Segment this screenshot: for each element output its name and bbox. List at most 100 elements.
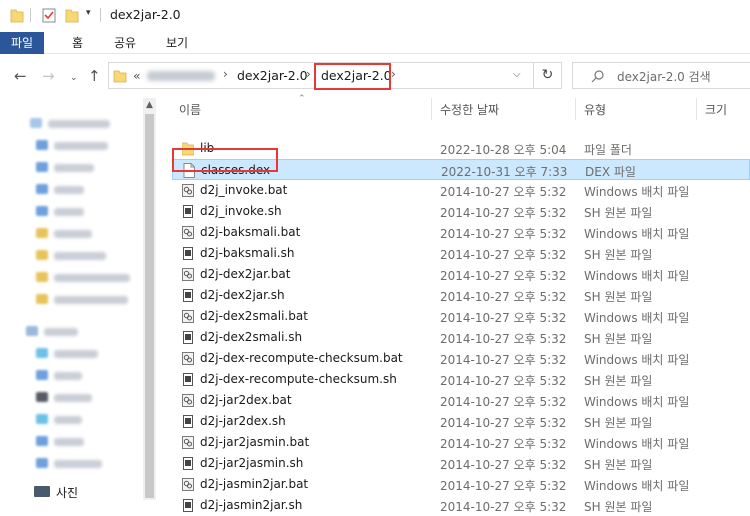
- window-title: dex2jar-2.0: [110, 7, 181, 22]
- file-row[interactable]: d2j-baksmali.bat 2014-10-27 오후 5:32 Window…: [172, 222, 750, 243]
- file-name: d2j-jar2jasmin.sh: [200, 456, 304, 470]
- divider: [30, 8, 31, 22]
- file-modified-date: 2014-10-27 오후 5:32: [440, 395, 567, 409]
- tab-home[interactable]: 홈: [72, 32, 83, 54]
- breadcrumb-overflow[interactable]: «: [133, 68, 141, 83]
- script-file-icon: [183, 415, 193, 428]
- file-type: Windows 배치 파일: [584, 311, 690, 325]
- nav-item-photos[interactable]: 사진: [56, 484, 78, 501]
- folder-icon: [113, 70, 127, 83]
- file-name: d2j-jasmin2jar.sh: [200, 498, 303, 512]
- file-name: d2j_invoke.bat: [200, 183, 288, 197]
- title-bar: ▾ dex2jar-2.0: [0, 0, 750, 32]
- file-name: d2j-jar2jasmin.bat: [200, 435, 310, 449]
- file-type: Windows 배치 파일: [584, 227, 690, 241]
- script-file-icon: [183, 373, 193, 386]
- file-type: 파일 폴더: [584, 143, 632, 157]
- file-name: d2j-dex2smali.bat: [200, 309, 308, 323]
- new-folder-icon[interactable]: [65, 7, 79, 23]
- file-row[interactable]: d2j_invoke.bat 2014-10-27 오후 5:32 Windows …: [172, 180, 750, 201]
- file-row[interactable]: d2j-dex2jar.bat 2014-10-27 오후 5:32 Windows…: [172, 264, 750, 285]
- batch-file-icon: [182, 184, 194, 197]
- file-row[interactable]: d2j-jar2jasmin.sh 2014-10-27 오후 5:32 SH 원본…: [172, 453, 750, 474]
- batch-file-icon: [182, 478, 194, 491]
- file-modified-date: 2014-10-27 오후 5:32: [440, 311, 567, 325]
- column-header-size[interactable]: 크기: [705, 101, 727, 118]
- search-input[interactable]: dex2jar-2.0 검색: [572, 62, 750, 89]
- refresh-icon[interactable]: ↻: [534, 62, 562, 89]
- quick-access-dropdown-icon[interactable]: ▾: [86, 8, 91, 18]
- file-modified-date: 2014-10-27 오후 5:32: [440, 227, 567, 241]
- file-type: Windows 배치 파일: [584, 479, 690, 493]
- search-placeholder: dex2jar-2.0 검색: [617, 70, 711, 84]
- tab-share[interactable]: 공유: [114, 32, 136, 54]
- file-modified-date: 2014-10-27 오후 5:32: [440, 437, 567, 451]
- file-type: SH 원본 파일: [584, 500, 653, 514]
- file-type: SH 원본 파일: [584, 458, 653, 472]
- file-modified-date: 2014-10-27 오후 5:32: [440, 458, 567, 472]
- file-row[interactable]: d2j-dex-recompute-checksum.sh 2014-10-27 …: [172, 369, 750, 390]
- file-type: SH 원본 파일: [584, 206, 653, 220]
- nav-scrollbar[interactable]: ▲: [143, 98, 156, 500]
- column-header-date[interactable]: 수정한 날짜: [440, 101, 499, 118]
- highlight-box: [314, 63, 391, 90]
- search-icon: [591, 70, 604, 83]
- file-name: d2j-jasmin2jar.bat: [200, 477, 309, 491]
- file-row[interactable]: d2j-dex-recompute-checksum.bat 2014-10-27…: [172, 348, 750, 369]
- file-type: Windows 배치 파일: [584, 395, 690, 409]
- file-modified-date: 2014-10-27 오후 5:32: [440, 332, 567, 346]
- batch-file-icon: [182, 394, 194, 407]
- file-name: d2j-dex2jar.sh: [200, 288, 285, 302]
- breadcrumb-separator[interactable]: ›: [306, 67, 311, 81]
- file-type: SH 원본 파일: [584, 248, 653, 262]
- script-file-icon: [183, 457, 193, 470]
- back-arrow-icon[interactable]: ←: [14, 67, 27, 85]
- column-divider[interactable]: [575, 98, 576, 120]
- breadcrumb-separator[interactable]: ›: [223, 67, 228, 81]
- column-divider[interactable]: [696, 98, 697, 120]
- batch-file-icon: [182, 436, 194, 449]
- breadcrumb-separator[interactable]: ›: [391, 67, 396, 81]
- batch-file-icon: [182, 268, 194, 281]
- column-header-type[interactable]: 유형: [584, 101, 606, 118]
- file-name: d2j-dex2smali.sh: [200, 330, 303, 344]
- tab-file[interactable]: 파일: [0, 32, 44, 54]
- file-type: SH 원본 파일: [584, 332, 653, 346]
- file-type: SH 원본 파일: [584, 290, 653, 304]
- navigation-pane: 사진: [0, 98, 156, 500]
- file-modified-date: 2022-10-31 오후 7:33: [441, 165, 568, 179]
- highlight-box: [172, 148, 278, 172]
- file-row[interactable]: d2j-jar2dex.sh 2014-10-27 오후 5:32 SH 원본 파일: [172, 411, 750, 432]
- up-arrow-icon[interactable]: ↑: [88, 67, 101, 85]
- file-row[interactable]: d2j-dex2smali.bat 2014-10-27 오후 5:32 Windo…: [172, 306, 750, 327]
- blurred-breadcrumb[interactable]: [147, 71, 215, 81]
- column-header-name[interactable]: 이름: [179, 101, 201, 118]
- file-row[interactable]: d2j-jar2jasmin.bat 2014-10-27 오후 5:32 Wind…: [172, 432, 750, 453]
- file-row[interactable]: d2j-jar2dex.bat 2014-10-27 오후 5:32 Windows…: [172, 390, 750, 411]
- file-type: Windows 배치 파일: [584, 269, 690, 283]
- scrollbar-thumb[interactable]: [145, 114, 154, 498]
- tab-view[interactable]: 보기: [166, 32, 188, 54]
- file-name: d2j-dex2jar.bat: [200, 267, 291, 281]
- recent-locations-icon[interactable]: ⌄: [70, 69, 78, 87]
- file-modified-date: 2014-10-27 오후 5:32: [440, 185, 567, 199]
- file-row[interactable]: d2j-jasmin2jar.bat 2014-10-27 오후 5:32 Wind…: [172, 474, 750, 495]
- chevron-down-icon[interactable]: ⌵: [513, 69, 521, 80]
- forward-arrow-icon[interactable]: →: [42, 67, 55, 85]
- file-name: d2j-jar2dex.sh: [200, 414, 286, 428]
- file-row[interactable]: d2j-dex2jar.sh 2014-10-27 오후 5:32 SH 원본 파일: [172, 285, 750, 306]
- file-type: DEX 파일: [585, 165, 636, 179]
- file-modified-date: 2014-10-27 오후 5:32: [440, 479, 567, 493]
- file-modified-date: 2022-10-28 오후 5:04: [440, 143, 567, 157]
- breadcrumb-item[interactable]: dex2jar-2.0: [237, 68, 308, 83]
- file-row[interactable]: d2j_invoke.sh 2014-10-27 오후 5:32 SH 원본 파일: [172, 201, 750, 222]
- scroll-up-arrow-icon[interactable]: ▲: [143, 98, 156, 112]
- script-file-icon: [183, 499, 193, 512]
- column-divider[interactable]: [431, 98, 432, 120]
- divider: [100, 8, 101, 22]
- file-row[interactable]: d2j-dex2smali.sh 2014-10-27 오후 5:32 SH 원본 …: [172, 327, 750, 348]
- file-row[interactable]: d2j-jasmin2jar.sh 2014-10-27 오후 5:32 SH 원본…: [172, 495, 750, 516]
- column-headers: ⌃ 이름 수정한 날짜 유형 크기: [172, 94, 750, 120]
- properties-checkbox-icon[interactable]: [42, 7, 56, 23]
- file-row[interactable]: d2j-baksmali.sh 2014-10-27 오후 5:32 SH 원본 파…: [172, 243, 750, 264]
